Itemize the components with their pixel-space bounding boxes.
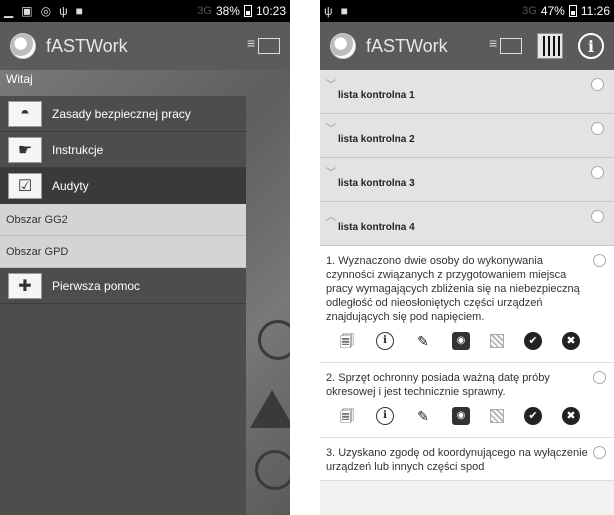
navigation-drawer: ◓ Zasady bezpiecznej pracy ☛ Instrukcje … xyxy=(0,96,246,304)
left-phone-screen: ▁ ▣ ◎ ψ ■ 3G 38% 10:23 fASTWork Witaj ◓ … xyxy=(0,0,290,515)
status-bar: ▁ ▣ ◎ ψ ■ 3G 38% 10:23 xyxy=(0,0,290,22)
notification-icon: ▁ xyxy=(4,4,14,18)
radio-button[interactable] xyxy=(593,371,606,384)
gallery-icon: ▣ xyxy=(21,4,33,18)
greeting-label: Witaj xyxy=(6,72,33,86)
question-item: 3. Uzyskano zgodę od koordynującego na w… xyxy=(320,438,614,481)
instructions-icon: ☛ xyxy=(8,136,42,163)
chevron-down-icon: ﹀ xyxy=(326,124,336,135)
menu-item-audits[interactable]: ☑ Audyty xyxy=(0,168,246,204)
app-logo-icon[interactable] xyxy=(10,33,36,59)
chevron-down-icon: ﹀ xyxy=(326,80,336,91)
info-icon[interactable]: i xyxy=(376,407,394,425)
checklist-title: lista kontrolna 3 xyxy=(338,178,415,189)
check-icon[interactable]: ✔ xyxy=(524,332,542,350)
question-text: 3. Uzyskano zgodę od koordynującego na w… xyxy=(326,447,588,473)
battery-icon xyxy=(243,5,252,17)
chevron-up-icon: ︿ xyxy=(326,212,336,223)
app-icon: ■ xyxy=(75,4,83,18)
document-icon[interactable]: 🗐 xyxy=(338,407,356,425)
info-icon[interactable]: i xyxy=(376,332,394,350)
action-bar: fASTWork i xyxy=(320,22,614,70)
drawer-empty-area xyxy=(0,304,246,515)
network-indicator: 3G xyxy=(522,5,537,17)
menu-item-label: Zasady bezpiecznej pracy xyxy=(52,106,191,121)
status-bar: ψ ■ 3G 47% 11:26 xyxy=(320,0,614,22)
radio-button[interactable] xyxy=(591,78,604,91)
cancel-icon[interactable]: ✖ xyxy=(562,332,580,350)
question-actions: 🗐 i ✎ ◉ ✔ ✖ xyxy=(326,324,590,356)
menu-item-label: Audyty xyxy=(52,178,89,193)
question-text: 2. Sprzęt ochronny posiada ważną datę pr… xyxy=(326,372,550,398)
action-bar: fASTWork xyxy=(0,22,290,70)
checklist-icon: ☑ xyxy=(8,172,42,199)
helmet-icon: ◓ xyxy=(8,100,42,127)
checklist-row[interactable]: ﹀ lista kontrolna 2 xyxy=(320,114,614,158)
cancel-icon[interactable]: ✖ xyxy=(562,407,580,425)
clock: 10:23 xyxy=(255,4,286,18)
submenu-item-gpd[interactable]: Obszar GPD xyxy=(0,236,246,268)
right-phone-screen: ψ ■ 3G 47% 11:26 fASTWork i ﹀ lista kont… xyxy=(320,0,614,515)
usb-icon: ψ xyxy=(324,4,333,18)
mail-icon[interactable] xyxy=(247,35,280,54)
battery-percent: 47% xyxy=(540,4,565,18)
radio-button[interactable] xyxy=(591,166,604,179)
first-aid-icon: ✚ xyxy=(8,272,42,299)
app-icon: ■ xyxy=(340,4,348,18)
usb-icon: ψ xyxy=(59,4,68,18)
app-title: fASTWork xyxy=(46,35,128,56)
submenu-item-label: Obszar GPD xyxy=(6,245,69,258)
network-indicator: 3G xyxy=(197,5,212,17)
battery-percent: 38% xyxy=(215,4,240,18)
radio-button[interactable] xyxy=(591,122,604,135)
clock: 11:26 xyxy=(580,4,610,18)
question-item: 2. Sprzęt ochronny posiada ważną datę pr… xyxy=(320,363,614,438)
app-title: fASTWork xyxy=(366,35,448,56)
submenu-item-gg2[interactable]: Obszar GG2 xyxy=(0,204,246,236)
qr-icon[interactable] xyxy=(490,409,504,423)
menu-item-label: Instrukcje xyxy=(52,142,104,157)
checklist-title: lista kontrolna 4 xyxy=(338,222,415,233)
checklist-title: lista kontrolna 2 xyxy=(338,134,415,145)
qr-icon[interactable] xyxy=(490,334,504,348)
chat-icon: ◎ xyxy=(40,4,52,18)
checklist-row-expanded[interactable]: ︿ lista kontrolna 4 xyxy=(320,202,614,246)
pen-icon[interactable]: ✎ xyxy=(414,407,432,425)
checklist-list: ﹀ lista kontrolna 1 ﹀ lista kontrolna 2 … xyxy=(320,70,614,481)
radio-button[interactable] xyxy=(593,254,606,267)
info-icon[interactable]: i xyxy=(578,33,604,59)
question-item: 1. Wyznaczono dwie osoby do wykonywania … xyxy=(320,246,614,363)
app-logo-icon[interactable] xyxy=(330,33,356,59)
camera-icon[interactable]: ◉ xyxy=(452,407,470,425)
menu-item-label: Pierwsza pomoc xyxy=(52,278,141,293)
qr-code-icon[interactable] xyxy=(537,33,563,59)
battery-icon xyxy=(568,5,577,17)
checklist-title: lista kontrolna 1 xyxy=(338,90,415,101)
question-text: 1. Wyznaczono dwie osoby do wykonywania … xyxy=(326,255,580,323)
menu-item-instructions[interactable]: ☛ Instrukcje xyxy=(0,132,246,168)
menu-item-safety-rules[interactable]: ◓ Zasady bezpiecznej pracy xyxy=(0,96,246,132)
document-icon[interactable]: 🗐 xyxy=(338,332,356,350)
question-actions: 🗐 i ✎ ◉ ✔ ✖ xyxy=(326,399,590,431)
menu-item-first-aid[interactable]: ✚ Pierwsza pomoc xyxy=(0,268,246,304)
submenu-item-label: Obszar GG2 xyxy=(6,213,68,226)
check-icon[interactable]: ✔ xyxy=(524,407,542,425)
checklist-row[interactable]: ﹀ lista kontrolna 3 xyxy=(320,158,614,202)
chevron-down-icon: ﹀ xyxy=(326,168,336,179)
camera-icon[interactable]: ◉ xyxy=(452,332,470,350)
radio-button[interactable] xyxy=(591,210,604,223)
radio-button[interactable] xyxy=(593,446,606,459)
checklist-row[interactable]: ﹀ lista kontrolna 1 xyxy=(320,70,614,114)
mail-icon[interactable] xyxy=(489,35,522,54)
pen-icon[interactable]: ✎ xyxy=(414,332,432,350)
